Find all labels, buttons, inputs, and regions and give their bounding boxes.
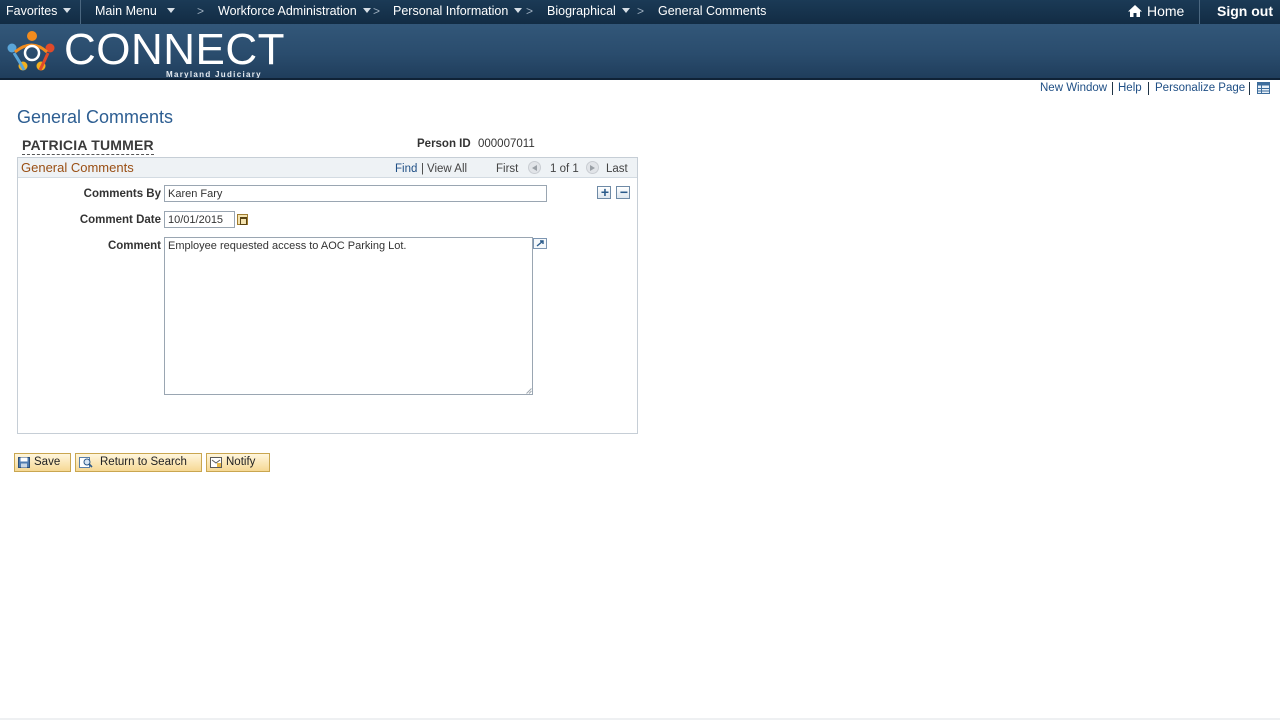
save-button-label: Save: [34, 456, 61, 468]
add-row-button[interactable]: +: [597, 184, 611, 200]
return-to-search-label: Return to Search: [100, 456, 187, 468]
expand-textarea-icon[interactable]: [533, 238, 547, 249]
comment-textarea[interactable]: Employee requested access to AOC Parking…: [164, 237, 533, 395]
help-link[interactable]: Help: [1118, 82, 1142, 94]
panel-title: General Comments: [21, 160, 134, 175]
return-to-search-button[interactable]: Return to Search: [75, 453, 202, 472]
minus-icon: −: [619, 184, 629, 200]
link-divider: [1148, 82, 1149, 95]
panel-header: General Comments Find | View All First 1…: [18, 158, 637, 178]
banner-border: [0, 78, 1280, 80]
page-layout-icon[interactable]: [1257, 82, 1270, 94]
delete-row-button[interactable]: −: [616, 184, 630, 200]
comment-label: Comment: [107, 240, 161, 252]
save-button[interactable]: Save: [14, 453, 71, 472]
breadcrumb-label: General Comments: [658, 4, 767, 18]
breadcrumb-general-comments[interactable]: General Comments: [658, 0, 766, 24]
save-icon: [18, 457, 30, 468]
nav-divider: [1199, 0, 1200, 24]
chevron-down-icon: [166, 8, 175, 13]
previous-row-button[interactable]: [528, 161, 541, 174]
next-row-button[interactable]: [586, 161, 599, 174]
comment-date-label: Comment Date: [79, 214, 161, 226]
logo-text: CONNECT: [64, 25, 286, 74]
breadcrumb-label: Biographical: [547, 4, 616, 18]
breadcrumb-separator: >: [637, 4, 645, 18]
comments-by-label: Comments By: [83, 188, 161, 200]
link-divider: [1249, 82, 1250, 95]
comments-by-field[interactable]: [164, 185, 547, 202]
main-menu[interactable]: Main Menu: [95, 0, 175, 24]
person-id-label: Person ID: [417, 138, 471, 150]
find-link[interactable]: Find: [395, 163, 417, 175]
arrow-right-icon: [590, 165, 595, 171]
chevron-down-icon: [63, 8, 72, 13]
notify-button[interactable]: Notify: [206, 453, 270, 472]
plus-icon: +: [600, 184, 610, 200]
home-link[interactable]: Home: [1127, 0, 1184, 24]
nav-divider: [80, 0, 81, 24]
chevron-down-icon: [514, 8, 523, 13]
breadcrumb-separator: >: [373, 4, 381, 18]
calendar-icon[interactable]: [237, 214, 248, 225]
find-divider: |: [421, 163, 424, 175]
breadcrumb-personal-information[interactable]: Personal Information: [393, 0, 523, 24]
top-nav-bar: Favorites Main Menu > Workforce Administ…: [0, 0, 1280, 24]
resize-grip-icon[interactable]: [526, 388, 532, 394]
row-count: 1 of 1: [550, 163, 579, 175]
sign-out-link[interactable]: Sign out: [1217, 0, 1273, 24]
view-all-link[interactable]: View All: [427, 163, 467, 175]
notify-label: Notify: [226, 456, 256, 468]
favorites-menu[interactable]: Favorites: [6, 0, 72, 24]
personalize-page-link[interactable]: Personalize Page: [1155, 82, 1245, 94]
home-icon: [1128, 5, 1142, 17]
last-label[interactable]: Last: [606, 163, 628, 175]
chevron-down-icon: [362, 8, 371, 13]
main-menu-label: Main Menu: [95, 4, 157, 18]
breadcrumb-separator: >: [197, 4, 205, 18]
notify-icon: [210, 457, 222, 468]
breadcrumb-label: Personal Information: [393, 4, 509, 18]
person-id-value: 000007011: [478, 138, 535, 150]
chevron-down-icon: [621, 8, 630, 13]
breadcrumb-label: Workforce Administration: [218, 4, 357, 18]
home-label: Home: [1147, 3, 1185, 19]
comment-date-field[interactable]: [164, 211, 235, 228]
page-title: General Comments: [17, 107, 174, 127]
link-divider: [1112, 82, 1113, 95]
breadcrumb-separator: >: [526, 4, 534, 18]
breadcrumb-workforce-administration[interactable]: Workforce Administration: [218, 0, 371, 24]
employee-name[interactable]: PATRICIA TUMMER: [22, 137, 154, 155]
new-window-link[interactable]: New Window: [1040, 82, 1107, 94]
arrow-left-icon: [532, 165, 537, 171]
first-label[interactable]: First: [496, 163, 518, 175]
favorites-label: Favorites: [6, 4, 58, 18]
return-to-search-icon: [79, 457, 93, 468]
breadcrumb-biographical[interactable]: Biographical: [547, 0, 630, 24]
connect-logo-icon: [7, 31, 55, 71]
